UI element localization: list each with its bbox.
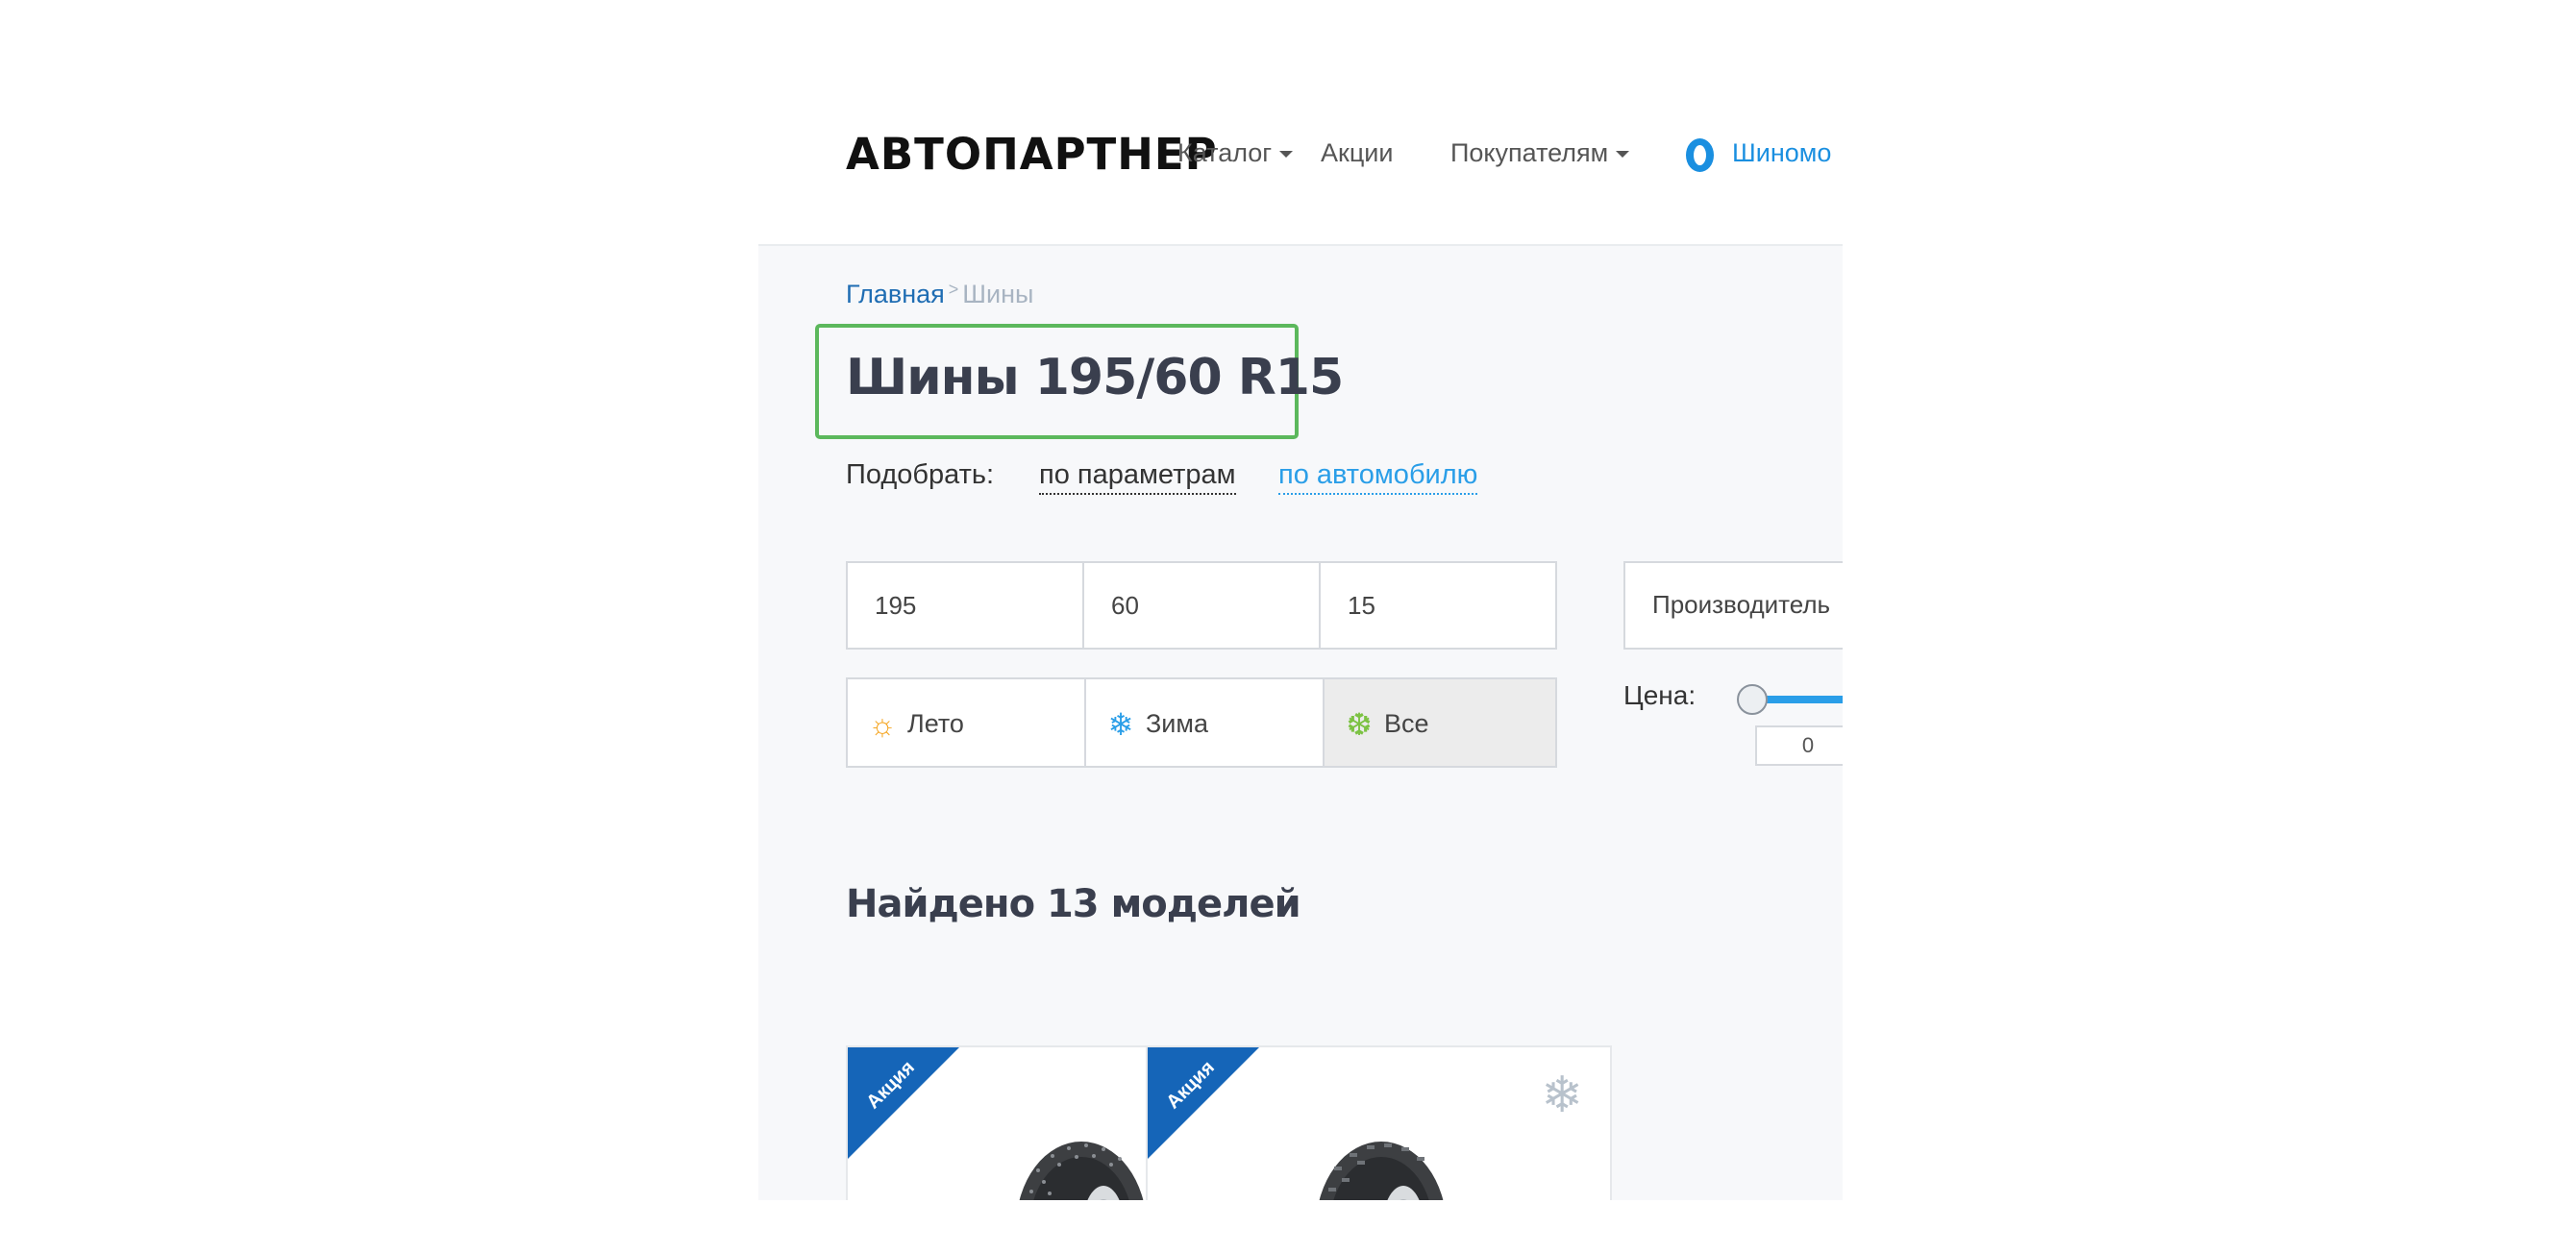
promo-ribbon: Акция <box>1148 1047 1261 1161</box>
product-card[interactable]: Акция ❄ <box>1146 1045 1612 1200</box>
profile-field-wrapper <box>1082 561 1321 650</box>
diameter-field-wrapper <box>1319 561 1557 650</box>
nav-customers-label: Покупателям <box>1450 138 1609 167</box>
season-all-button[interactable]: ❆ Все <box>1323 677 1557 768</box>
all-season-icon: ❆ <box>1346 707 1373 742</box>
chevron-down-icon <box>1616 151 1630 159</box>
price-min-input[interactable]: 0 <box>1755 725 1843 766</box>
selector-label: Подобрать: <box>846 459 995 490</box>
browser-viewport: АВТОПАРТНЕР Каталог Акции Покупателям Ши… <box>758 0 1843 1200</box>
nav-tire-fitting[interactable]: Шиномо <box>1732 138 1831 168</box>
snowflake-icon: ❄ <box>1107 707 1134 742</box>
price-slider-track[interactable] <box>1758 696 1843 703</box>
tab-by-params[interactable]: по параметрам <box>1039 459 1236 495</box>
promo-badge-label: Акция <box>862 1056 919 1114</box>
tab-by-car[interactable]: по автомобилю <box>1278 459 1478 495</box>
season-winter-button[interactable]: ❄ Зима <box>1084 677 1325 768</box>
nav-catalog-label: Каталог <box>1177 138 1273 167</box>
nav-catalog[interactable]: Каталог <box>1177 138 1294 168</box>
breadcrumb-current: Шины <box>962 280 1034 308</box>
promo-ribbon: Акция <box>848 1047 961 1161</box>
tire-profile-input[interactable] <box>1084 563 1319 648</box>
price-slider-min-handle[interactable] <box>1737 684 1768 715</box>
tire-diameter-input[interactable] <box>1321 563 1555 648</box>
tire-icon <box>1686 138 1714 172</box>
nav-customers[interactable]: Покупателям <box>1450 138 1630 168</box>
season-winter-label: Зима <box>1146 709 1208 738</box>
tire-image <box>1319 1142 1444 1200</box>
nav-promotions[interactable]: Акции <box>1321 138 1393 168</box>
manufacturer-select[interactable]: Производитель <box>1623 561 1843 650</box>
tire-image <box>1019 1142 1144 1200</box>
breadcrumb-separator: > <box>948 280 959 299</box>
season-summer-label: Лето <box>907 709 964 738</box>
season-all-label: Все <box>1384 709 1429 738</box>
tire-width-input[interactable] <box>848 563 1082 648</box>
breadcrumb: Главная > Шины <box>846 280 1033 309</box>
breadcrumb-home[interactable]: Главная <box>846 280 945 308</box>
site-logo[interactable]: АВТОПАРТНЕР <box>846 129 1218 180</box>
price-label: Цена: <box>1623 680 1697 710</box>
page-title: Шины 195/60 R15 <box>846 349 1344 406</box>
snowflake-icon: ❄ <box>1541 1068 1583 1123</box>
width-field-wrapper <box>846 561 1084 650</box>
site-header: АВТОПАРТНЕР Каталог Акции Покупателям Ши… <box>758 0 1843 246</box>
chevron-down-icon <box>1279 151 1294 159</box>
season-summer-button[interactable]: ☼ Лето <box>846 677 1086 768</box>
sun-icon: ☼ <box>868 707 897 742</box>
catalog-main: Главная > Шины Шины 195/60 R15 Подобрать: … <box>758 246 1843 1200</box>
promo-badge-label: Акция <box>1162 1056 1219 1114</box>
results-count: Найдено 13 моделей <box>846 882 1301 926</box>
